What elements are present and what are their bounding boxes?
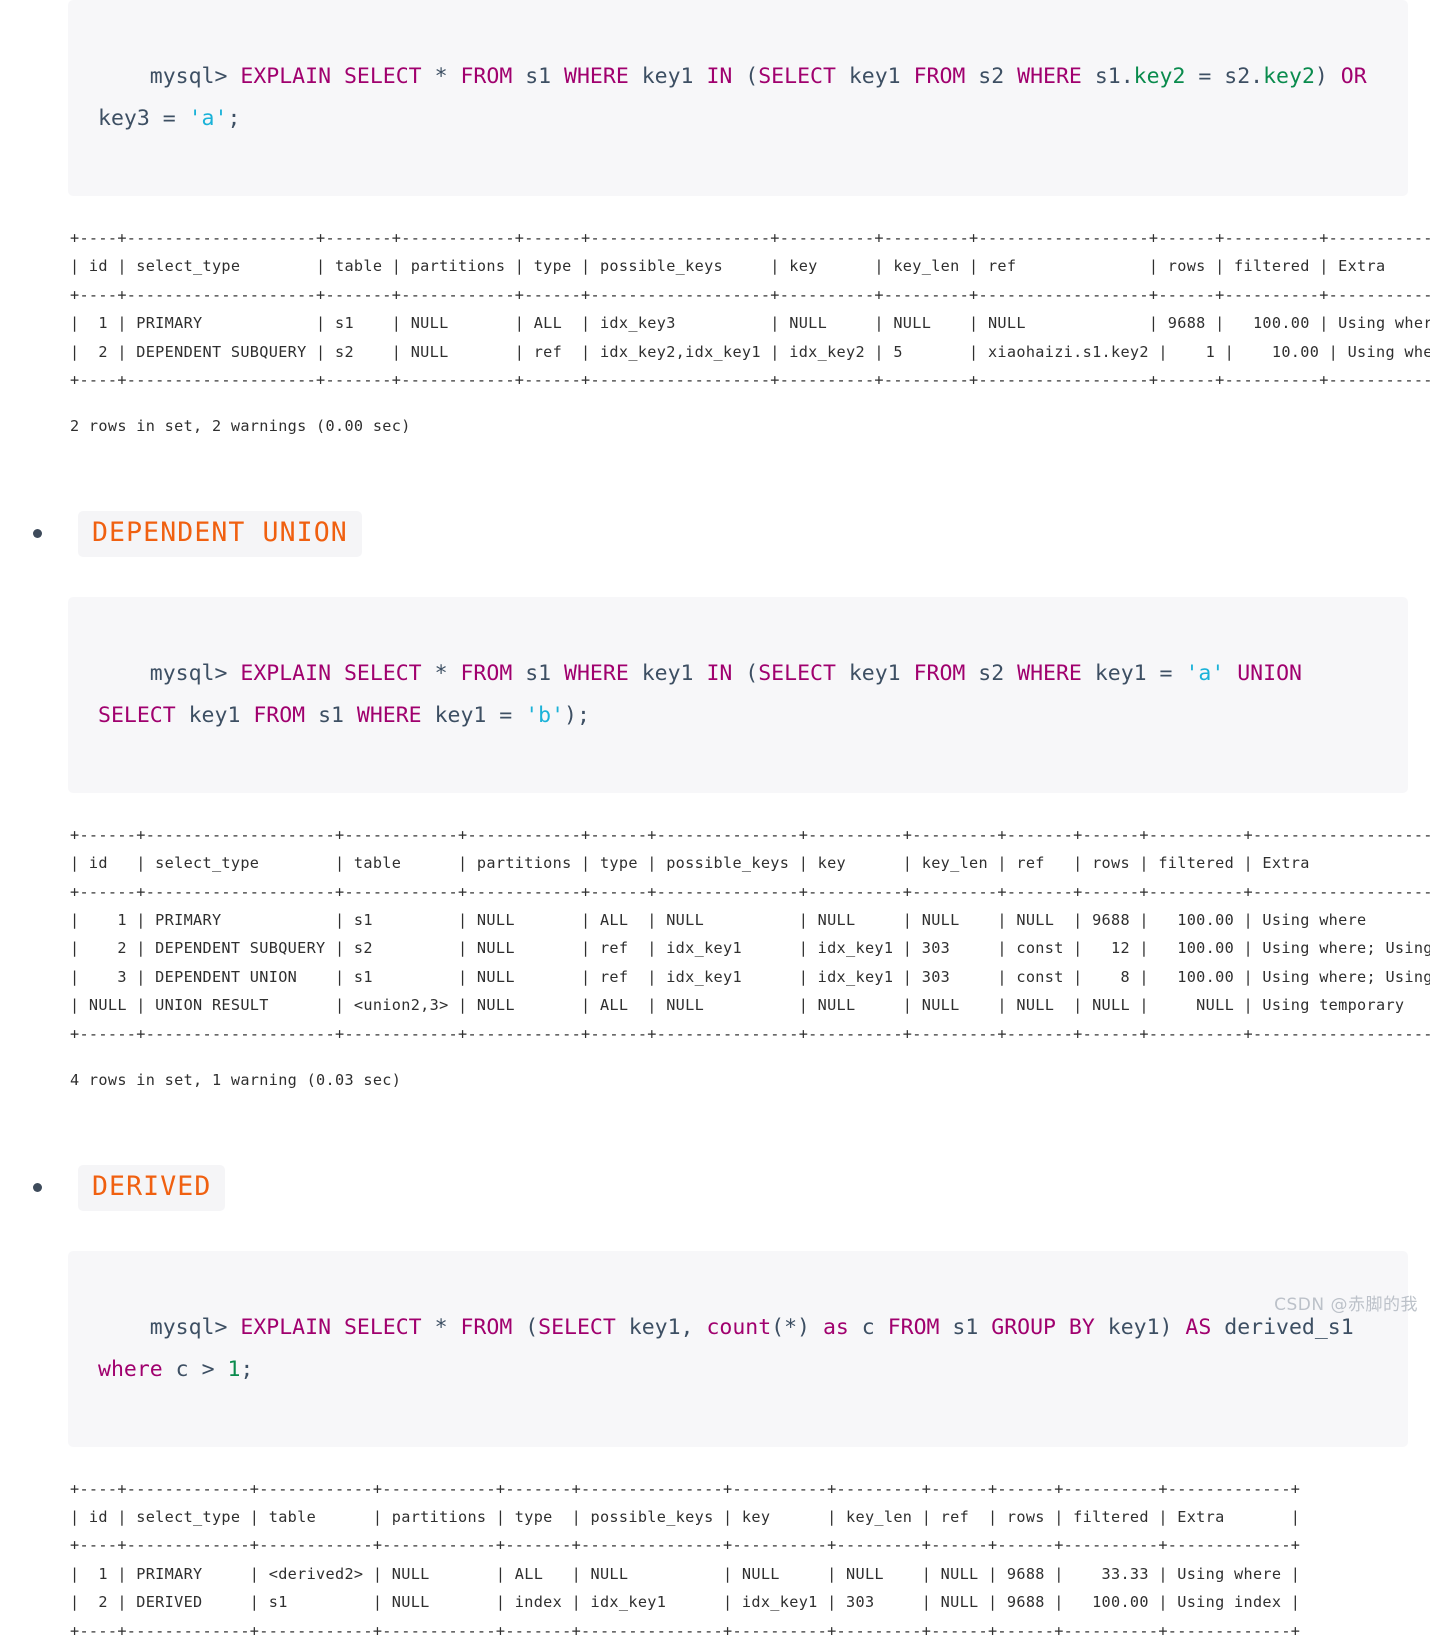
console-output-2: +------+--------------------+-----------… xyxy=(70,825,1430,1043)
heading-row-derived: DERIVED xyxy=(22,1164,1430,1211)
heading-derived: DERIVED xyxy=(78,1164,226,1211)
console-output-1: +----+--------------------+-------+-----… xyxy=(70,229,1430,390)
console-output-3: +----+-------------+------------+-------… xyxy=(70,1479,1301,1640)
status-line-1: 2 rows in set, 2 warnings (0.00 sec) xyxy=(70,417,411,436)
heading-dependent-union: DEPENDENT UNION xyxy=(78,510,362,557)
csdn-watermark: CSDN @赤脚的我 xyxy=(1274,1295,1418,1315)
code-tokens-query-1: mysql> EXPLAIN SELECT * FROM s1 WHERE ke… xyxy=(98,64,1380,131)
bullet-dot-icon xyxy=(33,1183,42,1192)
heading-row-dependent-union: DEPENDENT UNION xyxy=(22,510,1430,557)
status-line-2: 4 rows in set, 1 warning (0.03 sec) xyxy=(70,1071,402,1090)
code-block-query-1: mysql> EXPLAIN SELECT * FROM s1 WHERE ke… xyxy=(68,0,1408,196)
code-block-query-2: mysql> EXPLAIN SELECT * FROM s1 WHERE ke… xyxy=(68,596,1408,793)
page-root: mysql> EXPLAIN SELECT * FROM s1 WHERE ke… xyxy=(0,0,1430,1640)
bullet-dot-icon xyxy=(33,529,42,539)
code-tokens-query-3: mysql> EXPLAIN SELECT * FROM (SELECT key… xyxy=(98,1314,1367,1382)
code-block-query-3: mysql> EXPLAIN SELECT * FROM (SELECT key… xyxy=(68,1250,1408,1447)
code-tokens-query-2: mysql> EXPLAIN SELECT * FROM s1 WHERE ke… xyxy=(98,660,1315,728)
